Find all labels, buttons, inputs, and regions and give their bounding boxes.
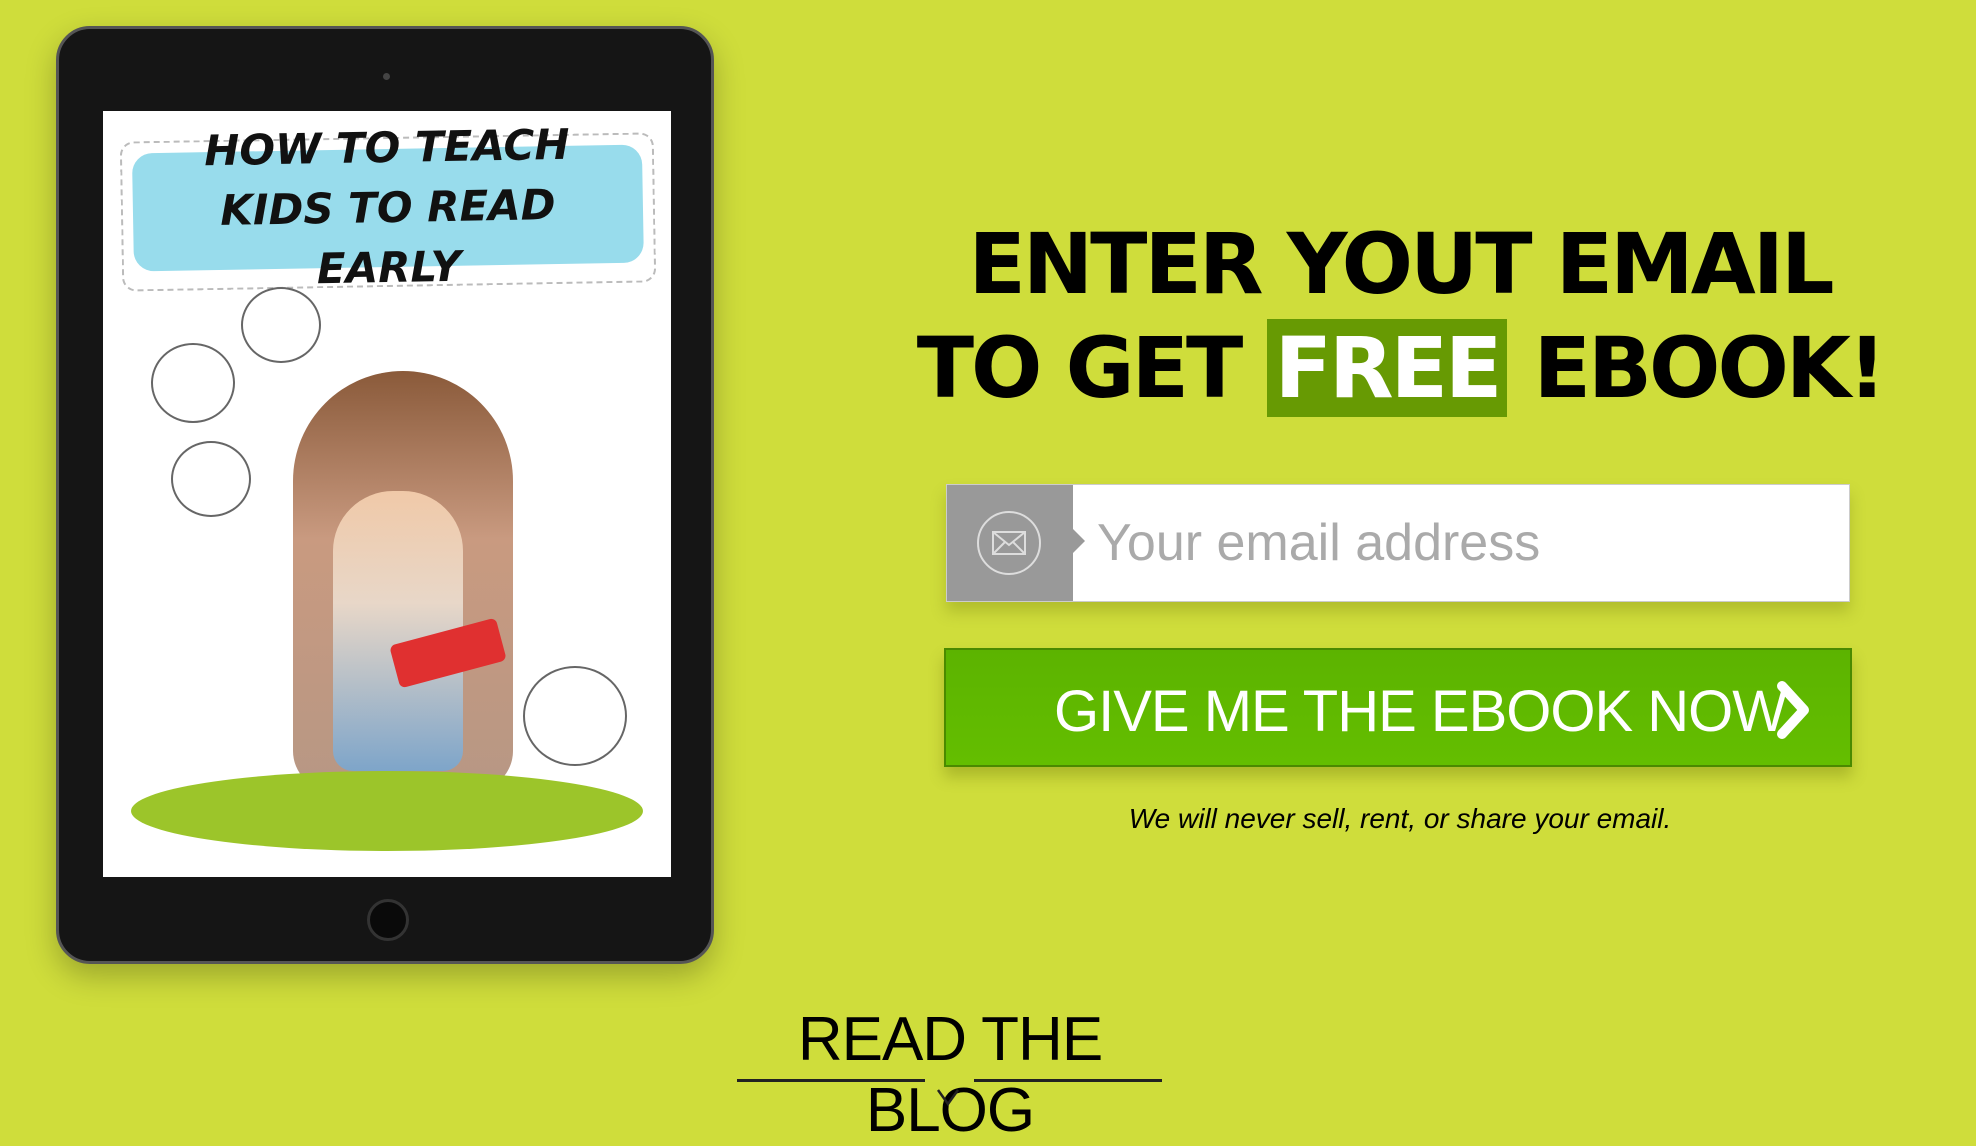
child-bubble-icon (523, 666, 627, 766)
divider-line (737, 1079, 925, 1082)
cover-title: HOW TO TEACH KIDS TO READ EARLY (131, 120, 644, 293)
megaphone-bubble-icon (241, 287, 321, 363)
photo-bubble-icon (171, 441, 251, 517)
email-input[interactable] (1097, 485, 1837, 601)
read-blog-link[interactable]: READ THE BLOG (737, 1004, 1163, 1146)
ebook-cover: HOW TO TEACH KIDS TO READ EARLY (103, 111, 671, 877)
cover-title-frame: HOW TO TEACH KIDS TO READ EARLY (119, 120, 657, 293)
headline-text: TO GET (916, 319, 1244, 417)
chevron-right-icon (1777, 681, 1809, 739)
chevron-down-icon[interactable] (935, 1086, 961, 1108)
tablet-camera (383, 73, 390, 80)
ebook-tablet-image: HOW TO TEACH KIDS TO READ EARLY (56, 26, 714, 964)
divider-line (974, 1079, 1162, 1082)
headline-line-2: TO GET FREE EBOOK! (900, 318, 1900, 418)
email-field-wrapper (946, 484, 1850, 602)
get-ebook-button-label: GIVE ME THE EBOOK NOW (1054, 679, 1787, 744)
get-ebook-button[interactable]: GIVE ME THE EBOOK NOW (944, 648, 1852, 767)
email-icon-box (947, 485, 1085, 601)
grass-illustration (131, 771, 643, 851)
envelope-icon (977, 511, 1041, 575)
privacy-disclaimer: We will never sell, rent, or share your … (1128, 803, 1672, 834)
headline-text: EBOOK! (1533, 319, 1887, 417)
headline-line-1: ENTER YOUT EMAIL (968, 215, 1834, 313)
tablet-home-button (367, 899, 409, 941)
clapperboard-bubble-icon (151, 343, 235, 423)
headline-free-highlight: FREE (1266, 319, 1508, 417)
